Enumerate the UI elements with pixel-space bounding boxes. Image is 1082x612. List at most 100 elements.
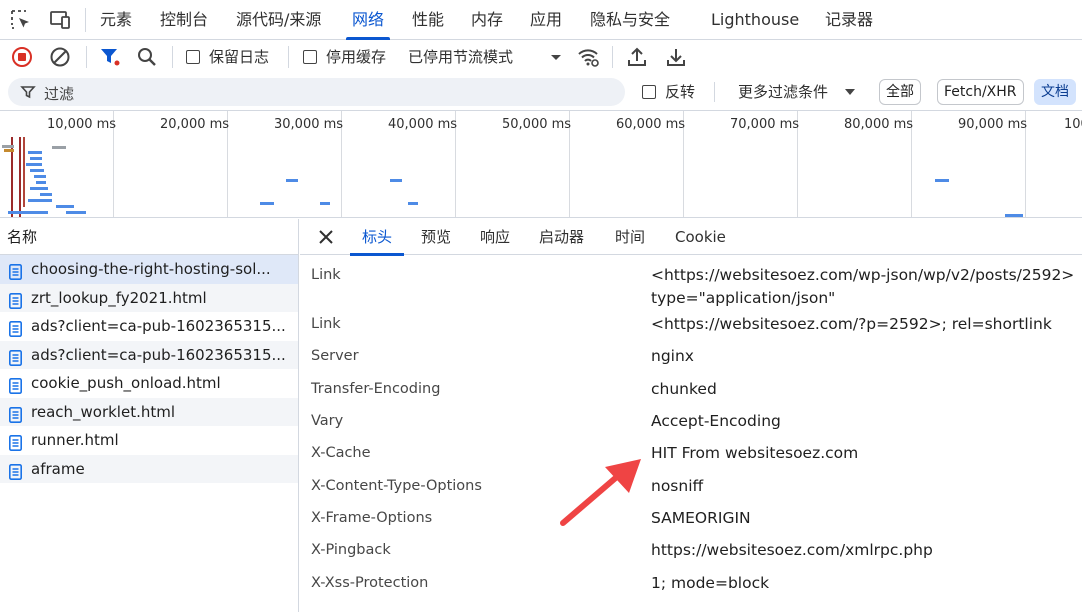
tab-elements[interactable]: 元素 — [100, 0, 132, 40]
request-row[interactable]: runner.html — [0, 426, 298, 455]
request-bar — [26, 163, 42, 166]
request-name: aframe — [31, 459, 85, 478]
tab-response[interactable]: 响应 — [480, 219, 510, 255]
chevron-down-icon[interactable] — [842, 84, 858, 100]
request-row[interactable]: ads?client=ca-pub-1602365315... — [0, 340, 298, 369]
chip-fetch-xhr[interactable]: Fetch/XHR — [937, 79, 1024, 105]
request-details: 标头 预览 响应 启动器 时间 Cookie Link <https://web… — [300, 219, 1082, 612]
device-toolbar-icon[interactable] — [48, 8, 72, 32]
tab-performance[interactable]: 性能 — [412, 0, 444, 40]
tab-application[interactable]: 应用 — [530, 0, 562, 40]
request-name: runner.html — [31, 431, 119, 449]
request-bar — [935, 179, 949, 182]
tab-timing[interactable]: 时间 — [615, 219, 645, 255]
devtools-tab-bar: 元素 控制台 源代码/来源 网络 性能 内存 应用 隐私与安全 Lighthou… — [0, 0, 1082, 40]
header-value: Accept-Encoding — [651, 412, 781, 430]
filter-row: 过滤 反转 更多过滤条件 全部 Fetch/XHR 文档 — [0, 74, 1082, 110]
timeline-tick-label: 80,000 ms — [844, 117, 914, 132]
document-icon — [9, 261, 22, 280]
chip-doc[interactable]: 文档 — [1034, 79, 1076, 105]
inspect-element-icon[interactable] — [9, 8, 33, 32]
request-bar — [30, 169, 44, 172]
request-bar — [286, 179, 298, 182]
document-icon — [9, 432, 22, 451]
tab-recorder[interactable]: 记录器 — [825, 0, 873, 40]
request-name: ads?client=ca-pub-1602365315... — [31, 345, 286, 364]
request-name: ads?client=ca-pub-1602365315... — [31, 317, 286, 335]
search-icon[interactable] — [135, 45, 159, 69]
timeline-tick-label: 70,000 ms — [730, 117, 800, 132]
clear-icon[interactable] — [48, 45, 72, 69]
filter-placeholder: 过滤 — [44, 85, 75, 103]
timeline-tick-label: 40,000 ms — [388, 117, 458, 132]
request-list: 名称 choosing-the-right-hosting-sol... zrt_… — [0, 219, 299, 612]
more-filters-dropdown[interactable]: 更多过滤条件 — [738, 81, 828, 102]
divider — [714, 82, 715, 102]
network-overview[interactable]: 10,000 ms 20,000 ms 30,000 ms 40,000 ms … — [0, 110, 1082, 218]
tab-sources[interactable]: 源代码/来源 — [236, 0, 321, 40]
header-name: X-Cache — [311, 445, 371, 461]
timeline-tick-label: 20,000 ms — [160, 117, 230, 132]
tab-memory[interactable]: 内存 — [471, 0, 503, 40]
disable-cache-checkbox[interactable] — [303, 50, 317, 64]
tab-initiator[interactable]: 启动器 — [539, 219, 584, 255]
timeline-tick-label: 30,000 ms — [274, 117, 344, 132]
request-row[interactable]: choosing-the-right-hosting-sol... — [0, 255, 298, 284]
request-row[interactable]: zrt_lookup_fy2021.html — [0, 283, 298, 312]
request-bar — [4, 149, 14, 152]
header-value: 1; mode=block — [651, 574, 770, 592]
load-event-marker — [23, 137, 25, 207]
divider — [85, 8, 86, 32]
timeline-tick-label: 100 — [1064, 117, 1082, 132]
chip-all[interactable]: 全部 — [879, 79, 921, 105]
name-column-header[interactable]: 名称 — [0, 219, 298, 255]
tab-cookies[interactable]: Cookie — [675, 219, 726, 255]
close-icon[interactable] — [318, 229, 334, 245]
preserve-log-label: 保留日志 — [209, 48, 270, 66]
header-value: HIT From websitesoez.com — [651, 444, 859, 462]
header-name: Link — [311, 316, 341, 332]
document-icon — [9, 375, 22, 394]
request-bar — [28, 199, 52, 202]
request-name: cookie_push_onload.html — [31, 374, 221, 392]
request-name: choosing-the-right-hosting-sol... — [31, 260, 271, 278]
request-bar — [8, 211, 48, 214]
annotation-arrow-icon — [560, 459, 641, 526]
request-bar — [2, 145, 14, 148]
network-conditions-icon[interactable] — [576, 45, 600, 69]
tab-headers[interactable]: 标头 — [349, 219, 405, 256]
divider — [612, 46, 613, 68]
tab-console[interactable]: 控制台 — [160, 0, 208, 40]
request-row[interactable]: cookie_push_onload.html — [0, 369, 298, 398]
request-bar — [320, 202, 330, 205]
header-value: chunked — [651, 380, 717, 398]
export-har-icon[interactable] — [664, 45, 688, 69]
header-name: Link — [311, 267, 341, 283]
request-bar — [408, 202, 418, 205]
chevron-down-icon[interactable] — [544, 45, 568, 69]
invert-checkbox[interactable] — [642, 85, 656, 99]
filter-input[interactable]: 过滤 — [8, 78, 625, 106]
throttling-select[interactable]: 已停用节流模式 — [408, 46, 513, 67]
filter-icon[interactable] — [98, 45, 122, 69]
network-toolbar: 保留日志 停用缓存 已停用节流模式 — [0, 40, 1082, 74]
document-icon — [9, 461, 22, 480]
request-row[interactable]: ads?client=ca-pub-1602365315... — [0, 312, 298, 341]
timeline-tick-label: 50,000 ms — [502, 117, 572, 132]
request-row[interactable]: reach_worklet.html — [0, 397, 298, 426]
header-name: Transfer-Encoding — [311, 381, 441, 397]
request-name: reach_worklet.html — [31, 402, 176, 421]
import-har-icon[interactable] — [625, 45, 649, 69]
tab-privacy-security[interactable]: 隐私与安全 — [590, 0, 670, 40]
request-bar — [34, 175, 46, 178]
stop-recording-icon[interactable] — [10, 45, 34, 69]
header-value: nosniff — [651, 477, 704, 495]
tab-network[interactable]: 网络 — [345, 0, 391, 40]
divider — [86, 46, 87, 68]
preserve-log-checkbox[interactable] — [186, 50, 200, 64]
tab-preview[interactable]: 预览 — [421, 219, 451, 255]
header-value: nginx — [651, 347, 694, 365]
tab-lighthouse[interactable]: Lighthouse — [711, 0, 799, 40]
request-row[interactable]: aframe — [0, 454, 298, 483]
header-value: https://websitesoez.com/xmlrpc.php — [651, 541, 933, 559]
